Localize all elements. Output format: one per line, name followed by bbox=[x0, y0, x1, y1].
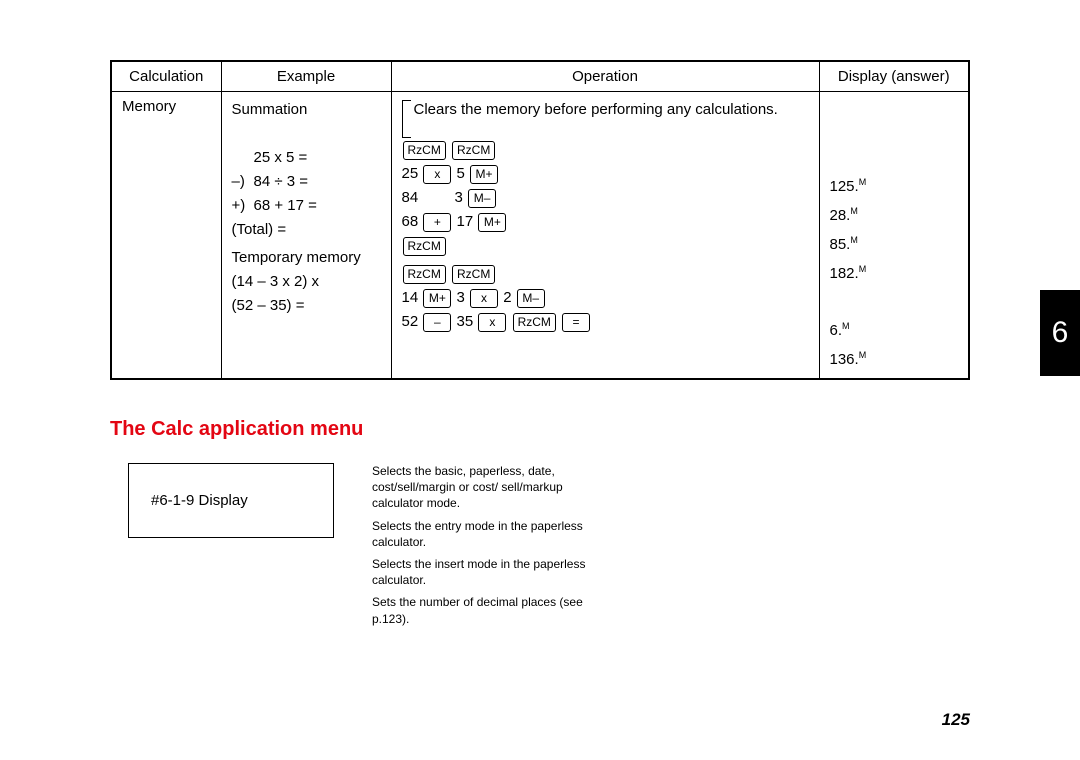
ans-3: 85. bbox=[830, 236, 851, 253]
bracket-icon bbox=[402, 100, 411, 138]
ex-tmp: Temporary memory bbox=[232, 246, 381, 270]
th-example: Example bbox=[221, 61, 391, 92]
key-x: x bbox=[470, 289, 498, 308]
ans-m: M bbox=[859, 350, 867, 360]
op-25: 25 bbox=[402, 165, 419, 182]
ex-l6: (52 – 35) = bbox=[232, 294, 381, 318]
ans-m: M bbox=[842, 321, 850, 331]
ans-4: 182. bbox=[830, 265, 859, 282]
op-3: 3 bbox=[455, 189, 463, 206]
ans-6: 136. bbox=[830, 351, 859, 368]
cell-answer: 125.M 28.M 85.M 182.M 6.M 136.M bbox=[819, 92, 969, 380]
key-rzcm: RᴢCM bbox=[403, 141, 446, 160]
ex-l3: 68 + 17 = bbox=[254, 197, 317, 214]
ans-2: 28. bbox=[830, 207, 851, 224]
op-68: 68 bbox=[402, 213, 419, 230]
op-52: 52 bbox=[402, 313, 419, 330]
ans-m: M bbox=[859, 177, 867, 187]
key-rzcm: RᴢCM bbox=[403, 265, 446, 284]
table-header-row: Calculation Example Operation Display (a… bbox=[111, 61, 969, 92]
key-x: x bbox=[478, 313, 506, 332]
page-number: 125 bbox=[942, 710, 970, 730]
menu-d1: Selects the basic, paperless, date, cost… bbox=[372, 463, 592, 512]
th-calculation: Calculation bbox=[111, 61, 221, 92]
ex-l2: 84 ÷ 3 = bbox=[254, 173, 309, 190]
menu-row: #6-1-9 Display Selects the basic, paperl… bbox=[110, 463, 970, 633]
key-rzcm: RᴢCM bbox=[452, 265, 495, 284]
op-2: 2 bbox=[503, 289, 511, 306]
section-title: The Calc application menu bbox=[110, 418, 970, 441]
ans-m: M bbox=[850, 206, 858, 216]
key-rzcm: RᴢCM bbox=[452, 141, 495, 160]
key-rzcm: RᴢCM bbox=[513, 313, 556, 332]
menu-d4: Sets the number of decimal places (see p… bbox=[372, 594, 592, 626]
display-box: #6-1-9 Display bbox=[128, 463, 334, 538]
table-body-row: Memory Summation 25 x 5 = –)84 ÷ 3 = +)6… bbox=[111, 92, 969, 380]
ex-l4: (Total) = bbox=[232, 218, 381, 242]
calc-label: Memory bbox=[122, 98, 176, 115]
key-plus: + bbox=[423, 213, 451, 232]
clear-note: Clears the memory before performing any … bbox=[414, 98, 778, 122]
ex-l1: 25 x 5 = bbox=[254, 149, 308, 166]
cell-operation: Clears the memory before performing any … bbox=[391, 92, 819, 380]
ans-1: 125. bbox=[830, 178, 859, 195]
chapter-thumb-tab: 6 bbox=[1040, 290, 1080, 376]
ans-m: M bbox=[859, 264, 867, 274]
ex-l3-pre: +) bbox=[232, 194, 254, 218]
key-mplus: M+ bbox=[470, 165, 498, 184]
key-mplus: M+ bbox=[478, 213, 506, 232]
op-5: 5 bbox=[457, 165, 465, 182]
op-3: 3 bbox=[457, 289, 465, 306]
cell-example: Summation 25 x 5 = –)84 ÷ 3 = +)68 + 17 … bbox=[221, 92, 391, 380]
menu-d2: Selects the entry mode in the paperless … bbox=[372, 518, 592, 550]
op-17: 17 bbox=[457, 213, 474, 230]
ex-summation: Summation bbox=[232, 98, 381, 122]
th-display-answer: Display (answer) bbox=[819, 61, 969, 92]
op-84: 84 bbox=[402, 189, 419, 206]
cell-calculation: Memory bbox=[111, 92, 221, 380]
op-35: 35 bbox=[457, 313, 474, 330]
op-14: 14 bbox=[402, 289, 419, 306]
ex-l5: (14 – 3 x 2) x bbox=[232, 270, 381, 294]
calculation-table: Calculation Example Operation Display (a… bbox=[110, 60, 970, 380]
key-minus: – bbox=[423, 313, 451, 332]
menu-descriptions: Selects the basic, paperless, date, cost… bbox=[372, 463, 592, 633]
ans-5: 6. bbox=[830, 322, 843, 339]
key-x: x bbox=[423, 165, 451, 184]
ex-l2-pre: –) bbox=[232, 170, 254, 194]
key-mminus: M– bbox=[468, 189, 496, 208]
key-eq: = bbox=[562, 313, 590, 332]
key-rzcm: RᴢCM bbox=[403, 237, 446, 256]
ans-m: M bbox=[850, 235, 858, 245]
th-operation: Operation bbox=[391, 61, 819, 92]
key-mplus: M+ bbox=[423, 289, 451, 308]
key-mminus: M– bbox=[517, 289, 545, 308]
menu-d3: Selects the insert mode in the paperless… bbox=[372, 556, 592, 588]
